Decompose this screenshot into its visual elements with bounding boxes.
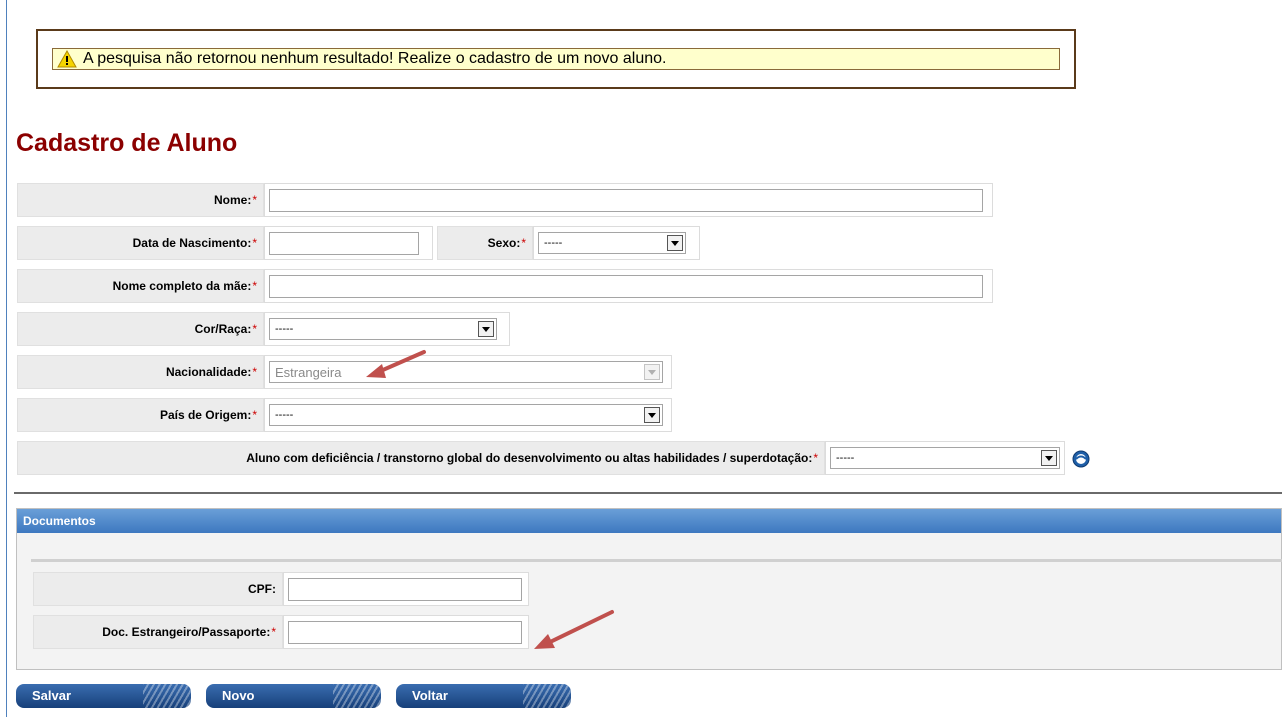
warning-icon [57,50,77,68]
pais-origem-select[interactable]: ----- [269,404,663,426]
row-data-nascimento: Data de Nascimento: * Sexo: * ----- [17,226,700,260]
field-passaporte [283,615,529,649]
label-deficiencia: Aluno com deficiência / transtorno globa… [17,441,825,475]
label-cor-raca: Cor/Raça: * [17,312,264,346]
field-nacionalidade: Estrangeira [264,355,672,389]
field-pais-origem: ----- [264,398,672,432]
label-data-nascimento: Data de Nascimento: * [17,226,264,260]
chevron-down-icon[interactable] [478,321,494,337]
annotation-arrow-icon [366,350,426,378]
save-button[interactable]: Salvar [16,684,191,708]
row-passaporte: Doc. Estrangeiro/Passaporte: * [33,615,529,649]
chevron-down-icon[interactable] [1041,450,1057,466]
chevron-down-icon[interactable] [667,235,683,251]
row-nacionalidade: Nacionalidade: * Estrangeira [17,355,672,389]
label-nacionalidade: Nacionalidade: * [17,355,264,389]
label-nome: Nome: * [17,183,264,217]
nacionalidade-select[interactable]: Estrangeira [269,361,663,383]
alert-message-box: A pesquisa não retornou nenhum resultado… [52,48,1060,70]
documentos-header: Documentos [17,509,1281,533]
cor-raca-select[interactable]: ----- [269,318,497,340]
passaporte-input[interactable] [288,620,522,644]
cpf-input[interactable] [288,577,522,601]
field-cor-raca: ----- [264,312,510,346]
page-title: Cadastro de Aluno [16,129,238,157]
field-deficiencia: ----- [825,441,1065,475]
label-cpf: CPF: [33,572,283,606]
row-pais-origem: País de Origem: * ----- [17,398,672,432]
row-nome: Nome: * [17,183,993,217]
annotation-arrow-icon [534,610,614,649]
chevron-down-icon [644,364,660,380]
alert-panel: A pesquisa não retornou nenhum resultado… [36,29,1076,89]
field-nome-mae [264,269,993,303]
row-cpf: CPF: [33,572,529,606]
row-deficiencia: Aluno com deficiência / transtorno globa… [17,441,1065,475]
chevron-down-icon[interactable] [644,407,660,423]
back-button[interactable]: Voltar [396,684,571,708]
label-pais-origem: País de Origem: * [17,398,264,432]
label-nome-mae: Nome completo da mãe: * [17,269,264,303]
nome-mae-input[interactable] [269,274,983,298]
alert-text: A pesquisa não retornou nenhum resultado… [83,50,667,67]
data-nascimento-input[interactable] [269,231,419,255]
documentos-panel: Documentos CPF: Doc. Estrangeiro/Passapo… [16,508,1282,670]
row-cor-raca: Cor/Raça: * ----- [17,312,510,346]
field-nome [264,183,993,217]
label-sexo: Sexo: * [437,226,533,260]
section-divider [14,492,1282,494]
deficiencia-select[interactable]: ----- [830,447,1060,469]
sexo-select[interactable]: ----- [538,232,686,254]
new-button[interactable]: Novo [206,684,381,708]
nome-input[interactable] [269,188,983,212]
field-sexo: ----- [533,226,700,260]
row-nome-mae: Nome completo da mãe: * [17,269,993,303]
field-cpf [283,572,529,606]
help-icon[interactable] [1072,450,1090,468]
page-frame-border [6,0,7,717]
documentos-divider [31,559,1282,562]
field-data-nascimento [264,226,433,260]
label-passaporte: Doc. Estrangeiro/Passaporte: * [33,615,283,649]
